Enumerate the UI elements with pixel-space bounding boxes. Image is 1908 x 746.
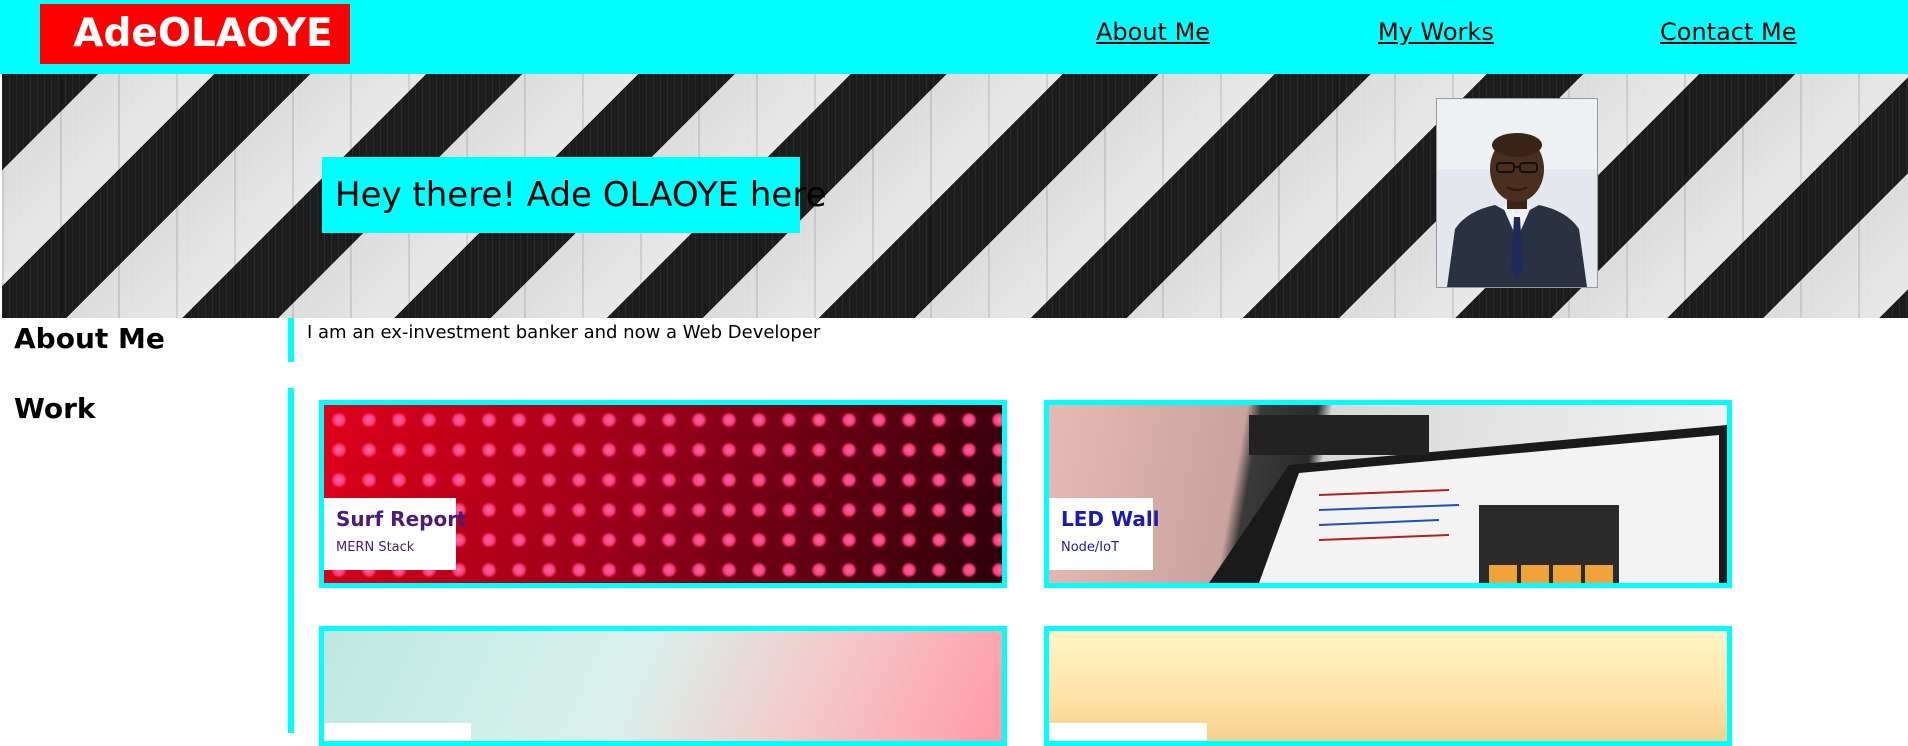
- about-text: I am an ex-investment banker and now a W…: [307, 322, 821, 343]
- nav-link-contact-me[interactable]: Contact Me: [1660, 18, 1796, 46]
- nav-link-my-works[interactable]: My Works: [1378, 18, 1494, 46]
- site-logo[interactable]: AdeOLAOYE: [40, 4, 350, 64]
- work-heading: Work: [14, 392, 96, 425]
- nav-link-about-me[interactable]: About Me: [1096, 18, 1210, 46]
- work-section-divider: [288, 388, 294, 733]
- card-title: Surf Report: [336, 507, 467, 531]
- work-card-surf-report[interactable]: Surf Report MERN Stack: [319, 400, 1007, 588]
- card-label: [324, 723, 471, 741]
- site-header: AdeOLAOYE About Me My Works Contact Me: [0, 0, 1908, 74]
- hero-banner: Hey there! Ade OLAOYE here: [2, 74, 1908, 318]
- card-label: Surf Report MERN Stack: [324, 498, 467, 570]
- about-section-divider: [288, 318, 294, 362]
- hero-wood-grain: [2, 74, 1908, 318]
- card-subtitle: Node/IoT: [1061, 540, 1120, 555]
- card-label: LED Wall Node/IoT: [1049, 498, 1160, 570]
- work-card-led-wall[interactable]: LED Wall Node/IoT: [1044, 400, 1732, 588]
- about-heading: About Me: [14, 322, 165, 355]
- work-card-4[interactable]: [1044, 626, 1732, 746]
- work-card-3[interactable]: [319, 626, 1007, 746]
- card-label: [1049, 723, 1207, 741]
- profile-photo: [1436, 98, 1598, 288]
- hero-title: Hey there! Ade OLAOYE here: [322, 157, 827, 233]
- card-title: LED Wall: [1061, 507, 1160, 531]
- card-subtitle: MERN Stack: [336, 540, 415, 555]
